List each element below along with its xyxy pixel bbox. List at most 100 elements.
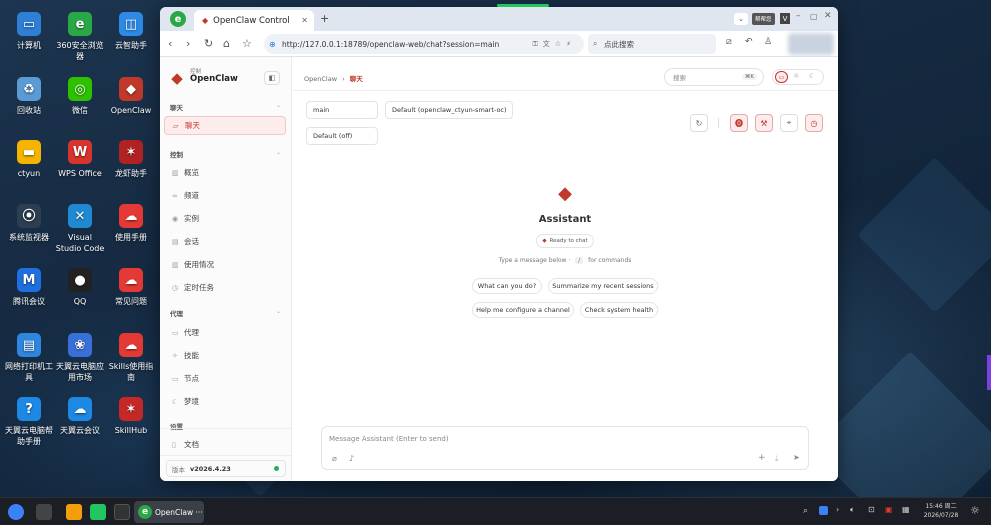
suggestion-chip[interactable]: Help me configure a channel [472,302,574,318]
home-icon[interactable]: ⌂ [223,37,230,50]
export-icon[interactable]: ⤓ [775,454,779,464]
profile-v-icon[interactable]: V [780,13,790,24]
weather-sun-icon[interactable]: ☼ [970,504,980,517]
attach-icon[interactable]: ⌀ [332,454,337,463]
tray-app-icon[interactable] [819,506,828,515]
desktop-icon-skills-guide[interactable]: ☁ Skills使用指南 [106,333,156,383]
desktop-icon-browser-360[interactable]: e 360安全浏览器 [55,12,105,62]
sidebar-item-cron[interactable]: ◷ 定时任务 [164,278,286,297]
user-icon[interactable]: ♙ [764,37,772,47]
desktop-icon-network-printer[interactable]: ▤ 网络打印机工具 [4,333,54,383]
desktop-icon-wps-office[interactable]: W WPS Office [55,140,105,179]
thinking-select[interactable]: Default (off) [306,127,378,145]
sidebar-item-channels[interactable]: ∞ 频道 [164,186,286,205]
forward-icon[interactable]: › [186,37,190,50]
notification-icon[interactable]: ▣ [885,505,893,514]
desktop-icon-computer[interactable]: ▭ 计算机 [4,12,54,51]
sidebar-item-sessions[interactable]: ▤ 会话 [164,232,286,251]
new-tab-button[interactable]: + [320,12,329,25]
multitask-view-icon[interactable] [36,504,52,520]
tray-expand-icon[interactable]: › [836,505,839,514]
minimize-icon[interactable]: – [796,11,801,21]
model-select[interactable]: Default (openclaw_ctyun-smart-oc) [385,101,513,119]
tools-button[interactable]: ⚒ [755,114,773,132]
desktop-icon-wechat[interactable]: ◎ 微信 [55,77,105,116]
focus-button[interactable]: ⌖ [780,114,798,132]
desktop-icon-user-manual[interactable]: ☁ 使用手册 [106,204,156,243]
network-icon[interactable]: ⊡ [868,505,875,514]
message-input[interactable]: Message Assistant (Enter to send) [329,435,449,443]
tray-search-icon[interactable]: ⌕ [803,506,808,516]
suggestion-chip[interactable]: What can you do? [472,278,542,294]
close-tab-icon[interactable]: ✕ [301,16,308,25]
desktop-icon-label: 计算机 [17,41,41,50]
system-theme-icon[interactable]: ▭ [775,71,788,83]
close-window-icon[interactable]: ✕ [824,11,832,21]
browser-search-field[interactable]: ⌕ 点此搜索 [588,34,716,54]
desktop-icon-help-manual[interactable]: ? 天翼云电脑帮助手册 [4,397,54,447]
add-icon[interactable]: + [758,453,766,463]
taskbar-active-app[interactable]: e OpenClaw ··· [134,501,204,523]
section-chat-chevron-icon[interactable]: ⌄ [276,102,281,109]
reload-icon[interactable]: ↻ [204,37,213,50]
maximize-icon[interactable]: ▢ [810,12,818,21]
collapse-sidebar-button[interactable]: ◧ [264,71,280,85]
session-select[interactable]: main [306,101,378,119]
messaging-app-icon[interactable] [90,504,106,520]
screenshot-icon[interactable]: ⧄ [726,37,732,47]
sidebar-item-instances[interactable]: ◉ 实例 [164,209,286,228]
file-manager-icon[interactable] [66,504,82,520]
keyboard-icon[interactable]: ▦ [902,505,910,514]
desktop-icon-app-market[interactable]: ❀ 天翼云电脑应用市场 [55,333,105,383]
browser-logo-icon[interactable]: e [170,11,186,27]
bookmark-star-icon[interactable]: ☆ [242,37,252,50]
suggestion-chip[interactable]: Check system health [580,302,658,318]
volume-icon[interactable]: 🔈︎ [850,505,855,515]
suggestion-chip[interactable]: Summarize my recent sessions [548,278,658,294]
desktop-icon-recycle-bin[interactable]: ♻ 回收站 [4,77,54,116]
moon-theme-icon[interactable]: ☾ [809,72,815,80]
desktop-icon-vscode[interactable]: ✕ Visual Studio Code [55,204,105,254]
desktop-icon-qq[interactable]: ● QQ [55,268,105,307]
clock[interactable]: 15:46 周二 2026/07/28 [920,502,962,520]
sun-icon[interactable]: ☼ [793,72,799,80]
document-icon: ▤ [172,237,179,246]
url-actions-icon[interactable]: ⚿文☆⚡ [532,39,576,49]
section-control-chevron-icon[interactable]: ⌄ [276,149,281,156]
undo-icon[interactable]: ↶ [745,37,753,47]
back-icon[interactable]: ‹ [168,37,172,50]
desktop-icon-lobster-assistant[interactable]: ✶ 龙虾助手 [106,140,156,179]
url-field[interactable]: ⊕ http://127.0.0.1:18789/openclaw-web/ch… [264,34,584,54]
stop-button[interactable]: ⓿ [730,114,748,132]
history-button[interactable]: ◷ [805,114,823,132]
microphone-icon[interactable]: ♪ [349,454,354,463]
tab-openclaw-control[interactable]: ◆ OpenClaw Control ✕ [194,10,314,31]
start-menu-icon[interactable] [8,504,24,520]
desktop-icon-tencent-meeting[interactable]: M 腾讯会议 [4,268,54,307]
sidebar-item-dreams[interactable]: ☾ 梦境 [164,392,286,411]
desktop-icon-cloud-meeting[interactable]: ☁ 天翼云会议 [55,397,105,436]
desktop-icon-ctyun-folder[interactable]: ▬ ctyun [4,140,54,179]
moon-icon: ☾ [172,397,179,406]
sidebar-item-agents[interactable]: ▭ 代理 [164,323,286,342]
tab-list-chevron-icon[interactable]: ⌄ [734,13,748,25]
refresh-button[interactable]: ↻ [690,114,708,132]
sidebar-item-overview[interactable]: ▥ 概览 [164,163,286,182]
app-search-input[interactable]: 搜索 ⌘K [664,68,764,86]
sidebar-item-skills[interactable]: ✧ 技能 [164,346,286,365]
sidebar-item-docs[interactable]: ▯ 文档 [164,435,286,454]
desktop-icon-openclaw[interactable]: ◆ OpenClaw [106,77,156,116]
sidebar-item-nodes[interactable]: ▭ 节点 [164,369,286,388]
sidebar-item-chat[interactable]: ▱ 聊天 [164,116,286,135]
desktop-icon-cloud-assistant[interactable]: ◫ 云智助手 [106,12,156,51]
system-monitor-taskbar-icon[interactable] [114,504,130,520]
profile-badge[interactable]: 帮帮您 [752,13,775,25]
version-value: v2026.4.23 [190,464,231,473]
desktop-icon-faq[interactable]: ☁ 常见问题 [106,268,156,307]
desktop-icon-skillhub[interactable]: ✶ SkillHub [106,397,156,436]
send-icon[interactable]: ➤ [793,453,800,462]
sidebar-item-usage[interactable]: ▥ 使用情况 [164,255,286,274]
desktop-icon-system-monitor[interactable]: ⦿ 系统监视器 [4,204,54,243]
breadcrumb-root[interactable]: OpenClaw [304,75,337,83]
section-agent-chevron-icon[interactable]: ⌄ [276,308,281,315]
